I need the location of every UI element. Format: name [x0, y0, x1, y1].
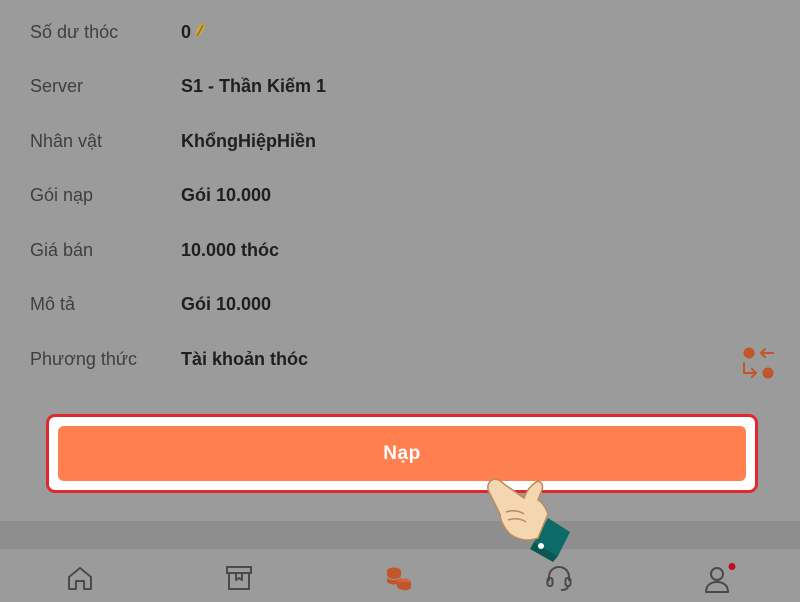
detail-row-description: Mô tả Gói 10.000	[30, 284, 800, 324]
nav-box[interactable]	[222, 563, 256, 597]
detail-value: S1 - Thần Kiếm 1	[181, 75, 327, 96]
bottom-nav	[0, 548, 800, 601]
coins-icon	[383, 563, 415, 597]
detail-value: 0	[181, 21, 192, 42]
divider-band	[0, 521, 800, 548]
detail-value: Tài khoản thóc	[181, 348, 309, 369]
detail-row-balance: Số dư thóc 0	[30, 12, 800, 52]
detail-value: KhổngHiệpHiền	[181, 130, 316, 151]
detail-value: Gói 10.000	[181, 184, 272, 205]
nav-coins[interactable]	[382, 563, 416, 597]
detail-value: Gói 10.000	[181, 293, 272, 314]
highlight-frame: Nạp	[46, 414, 758, 493]
detail-row-character: Nhân vật KhổngHiệpHiền	[30, 121, 800, 161]
detail-row-package: Gói nạp Gói 10.000	[30, 175, 800, 215]
notification-dot	[728, 563, 736, 570]
grain-icon	[192, 21, 208, 44]
detail-value: 10.000 thóc	[181, 239, 280, 260]
nav-home[interactable]	[63, 563, 97, 597]
detail-label: Phương thức	[30, 348, 137, 369]
detail-row-price: Giá bán 10.000 thóc	[30, 230, 800, 270]
nav-account[interactable]	[702, 563, 736, 597]
detail-label: Mô tả	[30, 293, 76, 314]
detail-label: Giá bán	[30, 239, 94, 260]
detail-label: Nhân vật	[30, 130, 103, 151]
pointing-hand-icon	[478, 466, 578, 571]
swap-icon[interactable]	[740, 344, 780, 389]
home-icon	[65, 563, 95, 597]
detail-label: Số dư thóc	[30, 21, 119, 42]
detail-label: Gói nạp	[30, 184, 94, 205]
detail-row-method: Phương thức Tài khoản thóc	[30, 339, 800, 379]
detail-label: Server	[30, 75, 84, 96]
nap-button[interactable]: Nạp	[58, 426, 746, 481]
box-icon	[224, 563, 254, 597]
user-icon	[701, 563, 737, 597]
detail-row-server: Server S1 - Thần Kiếm 1	[30, 66, 800, 106]
